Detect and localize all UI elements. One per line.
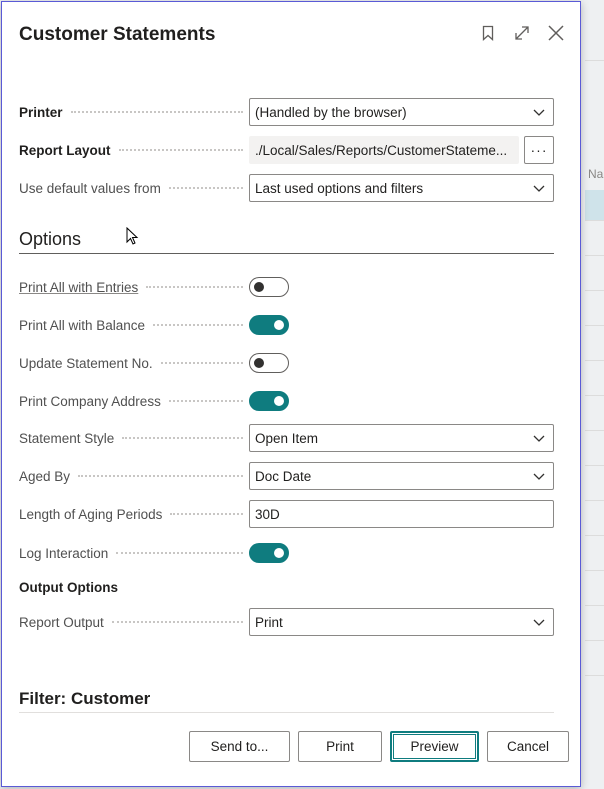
- background-divider: [585, 535, 604, 536]
- aging-periods-label: Length of Aging Periods: [19, 507, 249, 522]
- statement-style-value: Open Item: [255, 430, 319, 446]
- print-all-balance-toggle[interactable]: [249, 315, 289, 335]
- background-divider: [585, 360, 604, 361]
- print-all-balance-row: Print All with Balance: [19, 311, 554, 339]
- print-all-balance-label: Print All with Balance: [19, 318, 249, 333]
- report-output-value: Print: [255, 614, 283, 630]
- default-values-label: Use default values from: [19, 181, 249, 196]
- background-divider: [585, 465, 604, 466]
- background-divider: [585, 605, 604, 606]
- chevron-down-icon: [533, 185, 545, 192]
- expand-icon[interactable]: [512, 22, 532, 44]
- print-all-entries-row: Print All with Entries: [19, 273, 554, 301]
- report-output-row: Report Output Print: [19, 608, 554, 636]
- close-icon[interactable]: [546, 22, 566, 44]
- aged-by-label: Aged By: [19, 469, 249, 484]
- background-divider: [585, 255, 604, 256]
- report-layout-more-button[interactable]: ···: [524, 136, 554, 164]
- printer-row: Printer (Handled by the browser): [19, 98, 554, 126]
- printer-label: Printer: [19, 105, 249, 120]
- output-options-heading: Output Options: [19, 580, 118, 595]
- report-layout-row: Report Layout ./Local/Sales/Reports/Cust…: [19, 136, 554, 164]
- chevron-down-icon: [533, 473, 545, 480]
- update-statement-no-label: Update Statement No.: [19, 356, 249, 371]
- toggle-knob: [274, 548, 284, 558]
- report-layout-value: ./Local/Sales/Reports/CustomerStateme...: [255, 142, 508, 158]
- printer-select[interactable]: (Handled by the browser): [249, 98, 554, 126]
- background-divider: [585, 640, 604, 641]
- dialog-footer: Send to... Print Preview Cancel: [189, 731, 569, 762]
- print-company-address-label: Print Company Address: [19, 394, 249, 409]
- report-layout-field[interactable]: ./Local/Sales/Reports/CustomerStateme...: [249, 136, 519, 164]
- background-divider: [585, 570, 604, 571]
- print-all-entries-label[interactable]: Print All with Entries: [19, 280, 249, 295]
- cancel-button[interactable]: Cancel: [487, 731, 569, 762]
- dialog-scrollbar[interactable]: [578, 70, 581, 710]
- send-to-button[interactable]: Send to...: [189, 731, 290, 762]
- footer-divider: [19, 712, 554, 713]
- toggle-knob: [254, 282, 264, 292]
- background-divider: [585, 60, 604, 61]
- print-all-entries-toggle[interactable]: [249, 277, 289, 297]
- statement-style-row: Statement Style Open Item: [19, 424, 554, 452]
- toggle-knob: [274, 396, 284, 406]
- background-divider: [585, 395, 604, 396]
- chevron-down-icon: [533, 435, 545, 442]
- update-statement-no-row: Update Statement No.: [19, 349, 554, 377]
- update-statement-no-toggle[interactable]: [249, 353, 289, 373]
- bookmark-icon[interactable]: [478, 22, 498, 44]
- background-divider: [585, 290, 604, 291]
- filter-customer-heading[interactable]: Filter: Customer: [19, 689, 554, 709]
- print-button[interactable]: Print: [298, 731, 382, 762]
- background-divider: [585, 325, 604, 326]
- customer-statements-dialog: Customer Statements Printer (Handled by …: [1, 1, 581, 787]
- printer-value: (Handled by the browser): [255, 104, 407, 120]
- print-company-address-row: Print Company Address: [19, 387, 554, 415]
- aged-by-value: Doc Date: [255, 468, 312, 484]
- toggle-knob: [254, 358, 264, 368]
- aging-periods-value: 30D: [255, 506, 280, 522]
- log-interaction-label: Log Interaction: [19, 546, 249, 561]
- background-column-label: Na: [588, 167, 604, 181]
- log-interaction-row: Log Interaction: [19, 539, 554, 567]
- default-values-select[interactable]: Last used options and filters: [249, 174, 554, 202]
- aging-periods-input[interactable]: 30D: [249, 500, 554, 528]
- preview-button[interactable]: Preview: [390, 731, 479, 762]
- default-values-row: Use default values from Last used option…: [19, 174, 554, 202]
- background-divider: [585, 430, 604, 431]
- scrollbar-thumb[interactable]: [580, 86, 581, 481]
- default-values-value: Last used options and filters: [255, 180, 424, 196]
- aged-by-select[interactable]: Doc Date: [249, 462, 554, 490]
- background-divider: [585, 675, 604, 676]
- toggle-knob: [274, 320, 284, 330]
- report-layout-label: Report Layout: [19, 143, 249, 158]
- background-divider: [585, 220, 604, 221]
- log-interaction-toggle[interactable]: [249, 543, 289, 563]
- report-output-label: Report Output: [19, 615, 249, 630]
- statement-style-select[interactable]: Open Item: [249, 424, 554, 452]
- background-divider: [585, 500, 604, 501]
- report-output-select[interactable]: Print: [249, 608, 554, 636]
- title-actions: [478, 22, 566, 44]
- dialog-title: Customer Statements: [19, 24, 216, 45]
- print-company-address-toggle[interactable]: [249, 391, 289, 411]
- chevron-down-icon: [533, 619, 545, 626]
- scrollbar-track[interactable]: [580, 82, 581, 694]
- aged-by-row: Aged By Doc Date: [19, 462, 554, 490]
- options-heading[interactable]: Options: [19, 229, 554, 254]
- mouse-cursor-icon: [126, 227, 139, 245]
- chevron-down-icon: [533, 109, 545, 116]
- statement-style-label: Statement Style: [19, 431, 249, 446]
- background-selected-row: [585, 190, 604, 220]
- aging-periods-row: Length of Aging Periods 30D: [19, 500, 554, 528]
